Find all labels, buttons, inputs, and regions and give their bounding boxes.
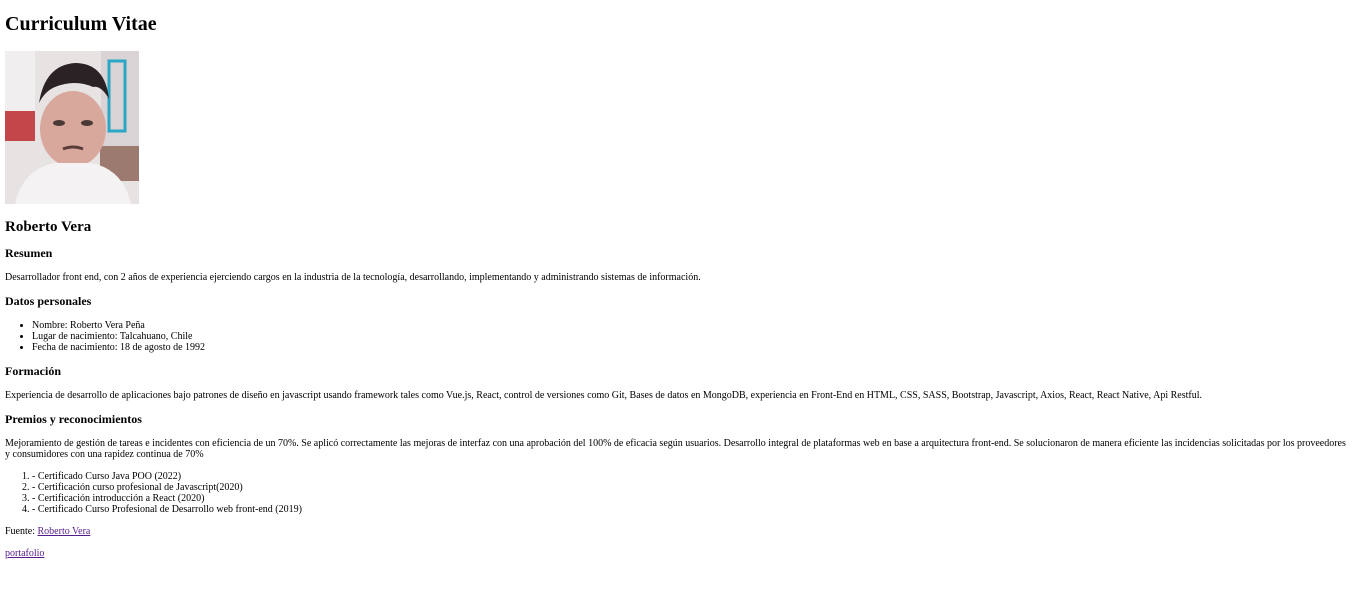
list-item: Nombre: Roberto Vera Peña xyxy=(32,320,1351,331)
certificados-list: - Certificado Curso Java POO (2022) - Ce… xyxy=(5,471,1351,515)
premios-text: Mejoramiento de gestión de tareas e inci… xyxy=(5,438,1346,460)
formacion-heading: Formación xyxy=(5,364,61,378)
fuente-label: Fuente: xyxy=(5,526,38,537)
profile-photo xyxy=(5,51,139,204)
portafolio-line: portafolio xyxy=(5,548,1351,559)
list-item: - Certificado Curso Profesional de Desar… xyxy=(32,504,1351,515)
fuente-link[interactable]: Roberto Vera xyxy=(38,526,91,537)
list-item: - Certificado Curso Java POO (2022) xyxy=(32,471,1351,482)
cv-page: Curriculum Vitae Roberto Vera Resumen De… xyxy=(0,12,1356,559)
formacion-text: Experiencia de desarrollo de aplicacione… xyxy=(5,390,1202,401)
list-item: - Certificación introducción a React (20… xyxy=(32,493,1351,504)
resumen-heading: Resumen xyxy=(5,246,53,260)
list-item: - Certificación curso profesional de Jav… xyxy=(32,482,1351,493)
fuente-line: Fuente: Roberto Vera xyxy=(5,526,1351,537)
datos-personales-list: Nombre: Roberto Vera Peña Lugar de nacim… xyxy=(5,320,1351,353)
page-title: Curriculum Vitae xyxy=(5,13,157,35)
person-name: Roberto Vera xyxy=(5,219,92,235)
list-item: Fecha de nacimiento: 18 de agosto de 199… xyxy=(32,342,1351,353)
list-item: Lugar de nacimiento: Talcahuano, Chile xyxy=(32,331,1351,342)
datos-personales-heading: Datos personales xyxy=(5,294,92,308)
premios-heading: Premios y reconocimientos xyxy=(5,412,142,426)
portafolio-link[interactable]: portafolio xyxy=(5,548,44,559)
resumen-text: Desarrollador front end, con 2 años de e… xyxy=(5,272,701,283)
